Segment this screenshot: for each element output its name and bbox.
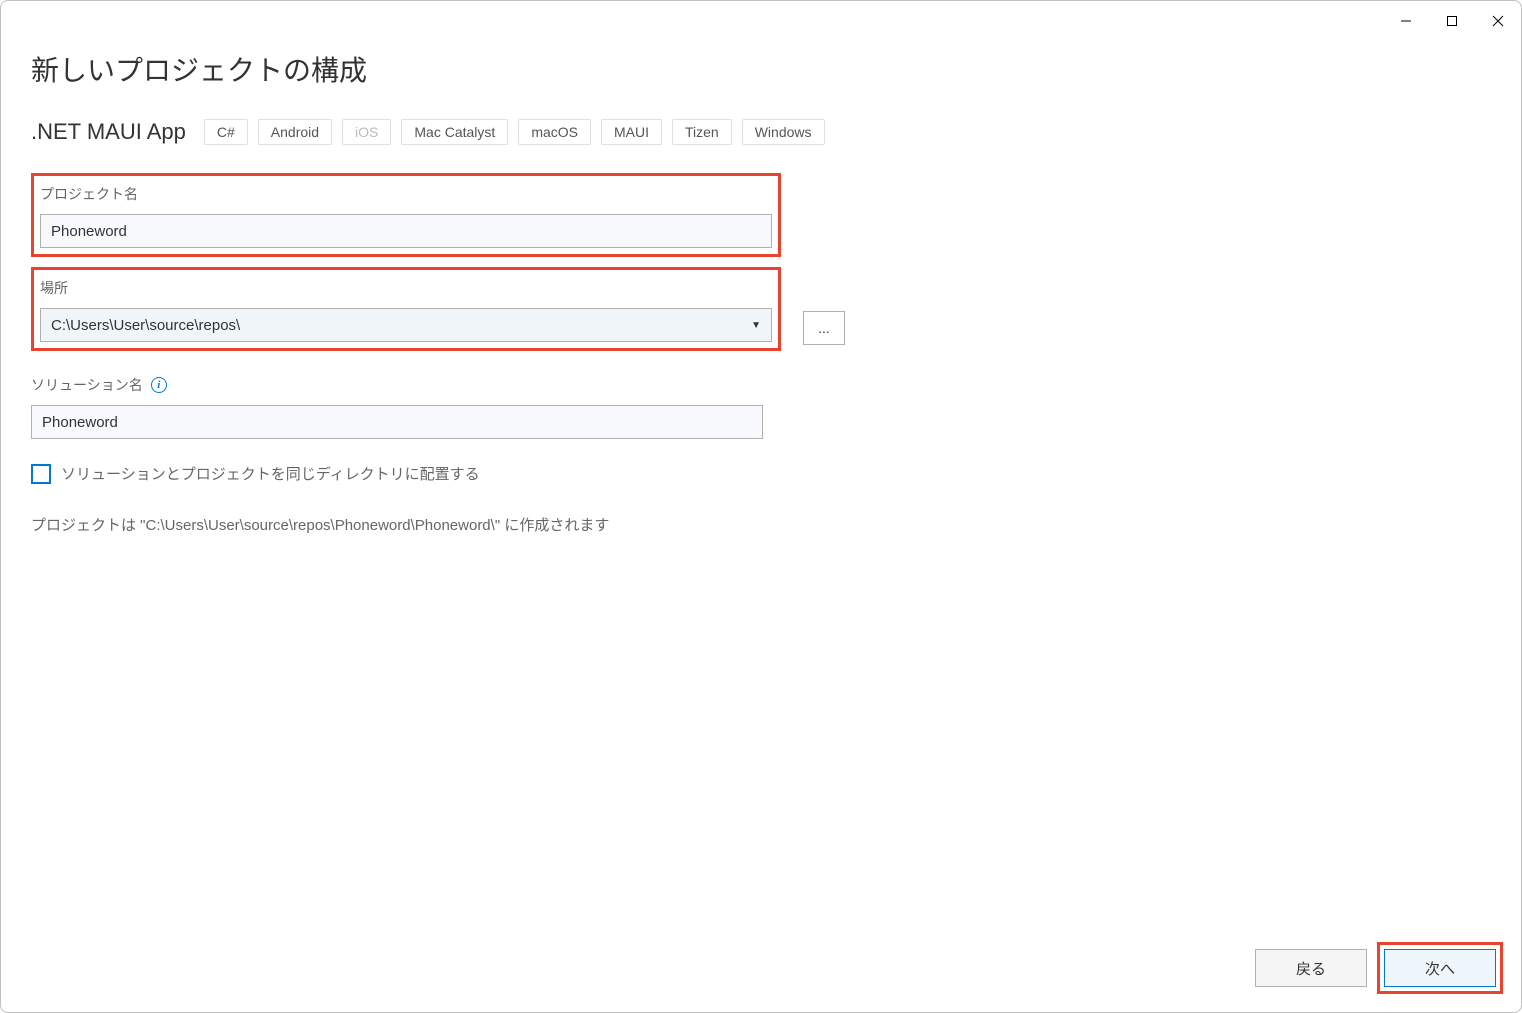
footer: 戻る 次へ (1255, 942, 1503, 994)
solution-name-group: ソリューション名 i (31, 375, 1491, 439)
creation-path-text: プロジェクトは "C:\Users\User\source\repos\Phon… (31, 514, 1491, 535)
tag-ios: iOS (342, 119, 391, 145)
project-name-label: プロジェクト名 (40, 184, 772, 204)
tag-mac-catalyst: Mac Catalyst (401, 119, 508, 145)
window-controls (1383, 1, 1521, 41)
page-title: 新しいプロジェクトの構成 (31, 49, 1491, 89)
back-button[interactable]: 戻る (1255, 949, 1367, 987)
maximize-button[interactable] (1429, 1, 1475, 41)
info-icon[interactable]: i (151, 377, 167, 393)
tag-maui: MAUI (601, 119, 662, 145)
template-name: .NET MAUI App (31, 119, 186, 145)
location-group: 場所 C:\Users\User\source\repos\ ▼ (31, 267, 781, 351)
project-name-group: プロジェクト名 (31, 173, 781, 257)
tag-macos: macOS (518, 119, 591, 145)
browse-button[interactable]: ... (803, 311, 845, 345)
content-area: 新しいプロジェクトの構成 .NET MAUI App C# Android iOS M… (1, 1, 1521, 1012)
tag-list: C# Android iOS Mac Catalyst macOS MAUI Tizen Wi… (204, 119, 825, 145)
same-directory-row: ソリューションとプロジェクトを同じディレクトリに配置する (31, 463, 1491, 484)
location-value: C:\Users\User\source\repos\ (51, 317, 240, 334)
chevron-down-icon: ▼ (751, 320, 761, 331)
dialog-window: 新しいプロジェクトの構成 .NET MAUI App C# Android iOS M… (0, 0, 1522, 1013)
location-label: 場所 (40, 278, 772, 298)
next-button-highlight: 次へ (1377, 942, 1503, 994)
tag-c#: C# (204, 119, 248, 145)
same-directory-checkbox[interactable] (31, 464, 51, 484)
tag-tizen: Tizen (672, 119, 732, 145)
solution-name-input[interactable] (31, 405, 763, 439)
minimize-button[interactable] (1383, 1, 1429, 41)
location-row: 場所 C:\Users\User\source\repos\ ▼ ... (31, 267, 1491, 351)
solution-name-label: ソリューション名 (31, 375, 143, 395)
tag-android: Android (258, 119, 332, 145)
project-name-input[interactable] (40, 214, 772, 248)
same-directory-label: ソリューションとプロジェクトを同じディレクトリに配置する (61, 463, 480, 484)
template-header: .NET MAUI App C# Android iOS Mac Catalyst ma… (31, 119, 1491, 145)
close-button[interactable] (1475, 1, 1521, 41)
location-combo[interactable]: C:\Users\User\source\repos\ ▼ (40, 308, 772, 342)
next-button[interactable]: 次へ (1384, 949, 1496, 987)
tag-windows: Windows (742, 119, 825, 145)
solution-name-label-row: ソリューション名 i (31, 375, 1491, 395)
